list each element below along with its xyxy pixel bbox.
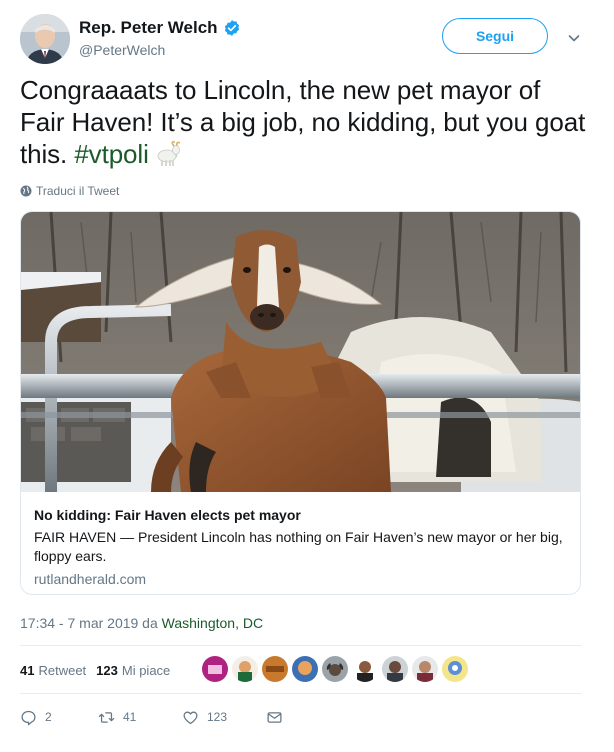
- likes-stat[interactable]: 123 Mi piace: [96, 663, 170, 678]
- like-button[interactable]: 123: [182, 709, 266, 726]
- retweet-button[interactable]: 41: [98, 709, 182, 726]
- envelope-icon: [267, 711, 282, 723]
- retweet-icon: [98, 711, 115, 723]
- direct-message-button[interactable]: [266, 709, 283, 726]
- liker-avatar[interactable]: [352, 656, 378, 682]
- globe-icon: [20, 185, 32, 197]
- link-card[interactable]: No kidding: Fair Haven elects pet mayor …: [20, 211, 581, 595]
- translate-label[interactable]: Traduci il Tweet: [36, 184, 119, 198]
- hashtag-link[interactable]: #vtpoli: [74, 139, 149, 169]
- card-image-goat[interactable]: [21, 212, 580, 492]
- card-domain: rutlandherald.com: [34, 571, 147, 587]
- retweet-stat-label: Retweet: [38, 662, 87, 678]
- divider: [20, 645, 581, 646]
- retweet-stat[interactable]: 41 Retweet: [20, 663, 86, 678]
- liker-avatar[interactable]: [382, 656, 408, 682]
- author-avatar[interactable]: [20, 14, 70, 64]
- tweet-header: Rep. Peter Welch @PeterWelch Segui: [20, 14, 594, 66]
- card-body: No kidding: Fair Haven elects pet mayor …: [21, 492, 580, 587]
- likes-stat-count: 123: [96, 662, 118, 678]
- timestamp-place-link[interactable]: Washington, DC: [162, 615, 263, 631]
- liker-avatar[interactable]: [232, 656, 258, 682]
- goat-emoji-icon: [153, 141, 183, 167]
- retweet-stat-count: 41: [20, 662, 35, 678]
- card-description: FAIR HAVEN — President Lincoln has nothi…: [34, 529, 563, 564]
- liker-avatar[interactable]: [292, 656, 318, 682]
- liker-avatar[interactable]: [412, 656, 438, 682]
- author-handle[interactable]: @PeterWelch: [79, 42, 241, 58]
- author-name-row[interactable]: Rep. Peter Welch: [79, 18, 241, 38]
- verified-badge-icon: [223, 19, 241, 37]
- translate-tweet-link[interactable]: Traduci il Tweet: [20, 184, 119, 198]
- like-count: 123: [207, 710, 228, 724]
- likers-avatars: [202, 656, 468, 682]
- follow-button[interactable]: Segui: [442, 18, 548, 54]
- liker-avatar[interactable]: [262, 656, 288, 682]
- tweet-actions: 2 41 123: [20, 706, 581, 728]
- author-info: Rep. Peter Welch @PeterWelch: [79, 18, 241, 58]
- reply-button[interactable]: 2: [20, 709, 98, 726]
- liker-avatar[interactable]: [442, 656, 468, 682]
- liker-avatar[interactable]: [322, 656, 348, 682]
- tweet-stats: 41 Retweet 123 Mi piace: [20, 659, 180, 681]
- liker-avatar[interactable]: [202, 656, 228, 682]
- tweet-text: Congraaaats to Lincoln, the new pet mayo…: [20, 74, 590, 170]
- likes-stat-label: Mi piace: [121, 662, 171, 678]
- author-display-name[interactable]: Rep. Peter Welch: [79, 18, 218, 38]
- tweet-timestamp: 17:34 - 7 mar 2019 da Washington, DC: [20, 615, 263, 631]
- heart-icon: [183, 711, 198, 724]
- chevron-down-icon[interactable]: [566, 30, 582, 46]
- retweet-count: 41: [123, 710, 137, 724]
- reply-icon: [21, 710, 36, 725]
- reply-count: 2: [45, 710, 52, 724]
- card-title[interactable]: No kidding: Fair Haven elects pet mayor: [34, 506, 569, 524]
- timestamp-time[interactable]: 17:34 - 7 mar 2019 da: [20, 615, 158, 631]
- divider: [20, 693, 581, 694]
